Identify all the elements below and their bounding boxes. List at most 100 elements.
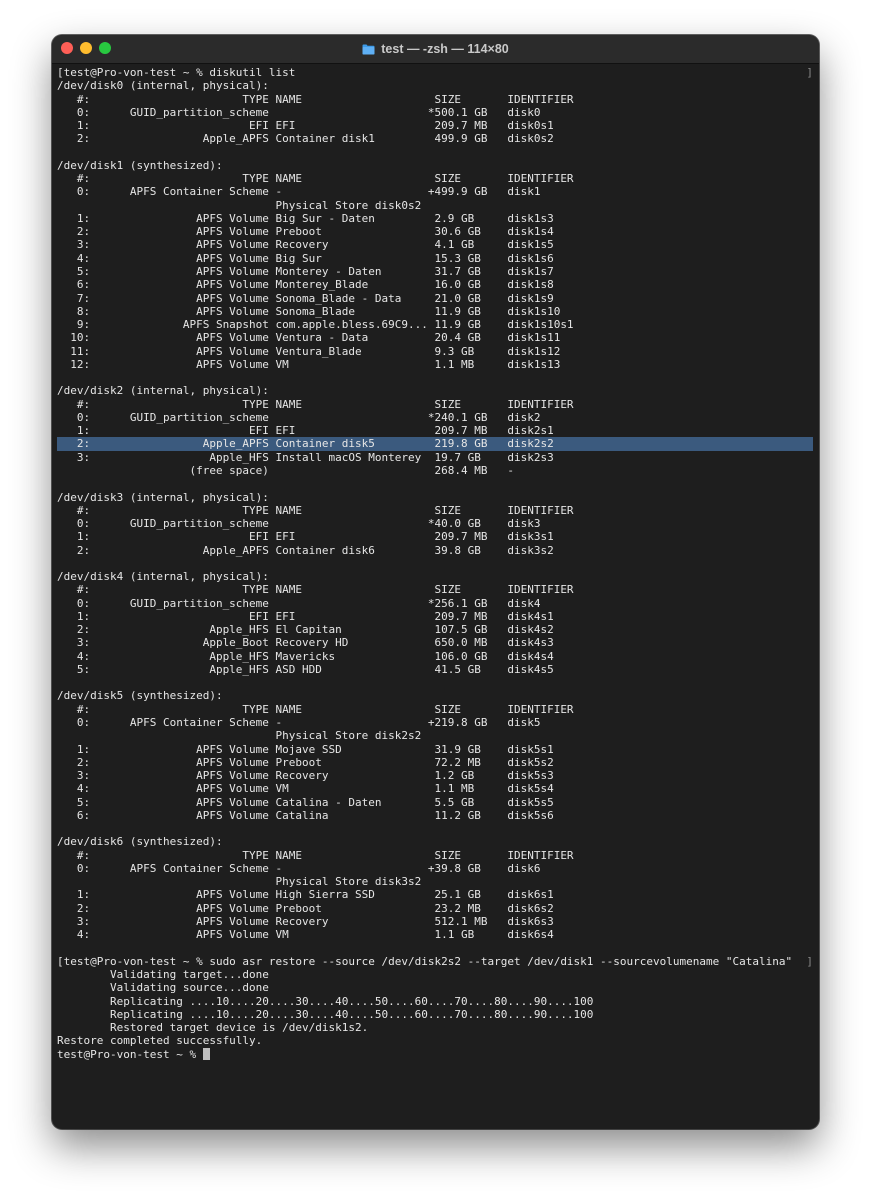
terminal-line: 5: APFS Volume Catalina - Daten 5.5 GB d… [57,796,813,809]
line-text: /dev/disk6 (synthesized): [57,835,223,849]
terminal-line: 3: APFS Volume Recovery 1.2 GB disk5s3 [57,769,813,782]
line-text: /dev/disk0 (internal, physical): [57,79,269,93]
line-text: 1: EFI EFI 209.7 MB disk3s1 [57,530,554,544]
line-text: Physical Store disk3s2 [57,875,422,889]
line-text: 5: Apple_HFS ASD HDD 41.5 GB disk4s5 [57,662,554,676]
line-text: 2: APFS Volume Preboot 30.6 GB disk1s4 [57,225,554,239]
line-text: Physical Store disk2s2 [57,729,422,743]
selected-line: 2: Apple_APFS Container disk5 219.8 GB d… [57,437,813,451]
terminal-line: Validating source...done [57,981,813,994]
terminal-line: 12: APFS Volume VM 1.1 MB disk1s13 [57,358,813,371]
terminal-output[interactable]: [test@Pro-von-test ~ % diskutil list]/de… [57,66,813,1129]
line-text: 0: APFS Container Scheme - +499.9 GB dis… [57,185,541,199]
terminal-line: /dev/disk6 (synthesized): [57,835,813,848]
terminal-line: 5: Apple_HFS ASD HDD 41.5 GB disk4s5 [57,663,813,676]
line-text: /dev/disk1 (synthesized): [57,158,223,172]
line-text: 0: APFS Container Scheme - +39.8 GB disk… [57,861,541,875]
terminal-line: 0: APFS Container Scheme - +39.8 GB disk… [57,862,813,875]
terminal-line: Physical Store disk2s2 [57,729,813,742]
terminal-line: 1: EFI EFI 209.7 MB disk4s1 [57,610,813,623]
line-text: #: TYPE NAME SIZE IDENTIFIER [57,92,574,106]
line-text: 3: Apple_HFS Install macOS Monterey 19.7… [57,450,554,464]
terminal-line: test@Pro-von-test ~ % [57,1047,813,1061]
line-text: 1: EFI EFI 209.7 MB disk0s1 [57,119,554,133]
terminal-line: 6: APFS Volume Catalina 11.2 GB disk5s6 [57,809,813,822]
line-text: 2: Apple_HFS El Capitan 107.5 GB disk4s2 [57,623,554,637]
terminal-line: 11: APFS Volume Ventura_Blade 9.3 GB dis… [57,345,813,358]
line-text: #: TYPE NAME SIZE IDENTIFIER [57,503,574,517]
terminal-line: Replicating ....10....20....30....40....… [57,995,813,1008]
line-text: 0: GUID_partition_scheme *256.1 GB disk4 [57,596,541,610]
terminal-line: #: TYPE NAME SIZE IDENTIFIER [57,703,813,716]
line-text: 0: GUID_partition_scheme *40.0 GB disk3 [57,517,541,531]
line-text: /dev/disk2 (internal, physical): [57,384,269,398]
line-text: #: TYPE NAME SIZE IDENTIFIER [57,172,574,186]
line-text: /dev/disk4 (internal, physical): [57,570,269,584]
line-text: 6: APFS Volume Monterey_Blade 16.0 GB di… [57,278,554,292]
line-text: 0: GUID_partition_scheme *500.1 GB disk0 [57,105,541,119]
line-text: 4: APFS Volume Big Sur 15.3 GB disk1s6 [57,251,554,265]
line-text: /dev/disk5 (synthesized): [57,689,223,703]
line-text: 2: Apple_APFS Container disk6 39.8 GB di… [57,543,554,557]
line-text: 7: APFS Volume Sonoma_Blade - Data 21.0 … [57,291,554,305]
line-text: 4: Apple_HFS Mavericks 106.0 GB disk4s4 [57,649,554,663]
line-text: 0: GUID_partition_scheme *240.1 GB disk2 [57,410,541,424]
line-text: 2: Apple_APFS Container disk5 219.8 GB d… [57,437,554,451]
block-cursor [202,1047,210,1060]
line-text: 2: APFS Volume Preboot 72.2 MB disk5s2 [57,755,554,769]
line-text: Replicating ....10....20....30....40....… [57,994,594,1008]
line-text: Restored target device is /dev/disk1s2. [57,1021,369,1035]
terminal-line: 1: EFI EFI 209.7 MB disk3s1 [57,530,813,543]
line-text: 10: APFS Volume Ventura - Data 20.4 GB d… [57,331,561,345]
terminal-line: Physical Store disk3s2 [57,875,813,888]
line-text: #: TYPE NAME SIZE IDENTIFIER [57,848,574,862]
terminal-line: 3: APFS Volume Recovery 4.1 GB disk1s5 [57,238,813,251]
terminal-line: 9: APFS Snapshot com.apple.bless.69C9...… [57,318,813,331]
terminal-line: Restored target device is /dev/disk1s2. [57,1021,813,1034]
terminal-line: 3: APFS Volume Recovery 512.1 MB disk6s3 [57,915,813,928]
terminal-line: 0: GUID_partition_scheme *256.1 GB disk4 [57,597,813,610]
terminal-line: Restore completed successfully. [57,1034,813,1047]
terminal-line: /dev/disk1 (synthesized): [57,159,813,172]
terminal-line: 4: APFS Volume VM 1.1 MB disk5s4 [57,782,813,795]
terminal-line: 2: APFS Volume Preboot 23.2 MB disk6s2 [57,902,813,915]
title-bar[interactable]: test — -zsh — 114×80 [52,35,819,64]
line-text: #: TYPE NAME SIZE IDENTIFIER [57,397,574,411]
terminal-line: 5: APFS Volume Monterey - Daten 31.7 GB … [57,265,813,278]
line-bracket: ] [806,954,813,968]
terminal-window: test — -zsh — 114×80 [test@Pro-von-test … [52,35,819,1129]
line-text: 3: APFS Volume Recovery 4.1 GB disk1s5 [57,238,554,252]
terminal-line: 1: EFI EFI 209.7 MB disk2s1 [57,424,813,437]
line-text: 11: APFS Volume Ventura_Blade 9.3 GB dis… [57,344,561,358]
terminal-line: (free space) 268.4 MB - [57,464,813,477]
line-text: Replicating ....10....20....30....40....… [57,1007,594,1021]
line-text: 2: Apple_APFS Container disk1 499.9 GB d… [57,132,554,146]
line-text: 4: APFS Volume VM 1.1 GB disk6s4 [57,928,554,942]
terminal-line: /dev/disk2 (internal, physical): [57,384,813,397]
terminal-line: 1: APFS Volume High Sierra SSD 25.1 GB d… [57,888,813,901]
line-text: 0: APFS Container Scheme - +219.8 GB dis… [57,716,541,730]
line-text: [test@Pro-von-test ~ % diskutil list [57,66,296,79]
terminal-line: /dev/disk5 (synthesized): [57,689,813,702]
terminal-line: #: TYPE NAME SIZE IDENTIFIER [57,583,813,596]
terminal-line: 1: EFI EFI 209.7 MB disk0s1 [57,119,813,132]
terminal-line: 4: APFS Volume Big Sur 15.3 GB disk1s6 [57,252,813,265]
terminal-line: /dev/disk0 (internal, physical): [57,79,813,92]
terminal-line: 3: Apple_HFS Install macOS Monterey 19.7… [57,451,813,464]
terminal-line: 0: GUID_partition_scheme *240.1 GB disk2 [57,411,813,424]
terminal-line: 4: Apple_HFS Mavericks 106.0 GB disk4s4 [57,650,813,663]
line-bracket: ] [806,66,813,79]
terminal-line: [test@Pro-von-test ~ % diskutil list] [57,66,813,79]
line-text: #: TYPE NAME SIZE IDENTIFIER [57,583,574,597]
terminal-line: 0: APFS Container Scheme - +499.9 GB dis… [57,185,813,198]
line-text: Validating source...done [57,981,269,995]
terminal-line: 2: APFS Volume Preboot 30.6 GB disk1s4 [57,225,813,238]
line-text: 12: APFS Volume VM 1.1 MB disk1s13 [57,357,561,371]
window-title-area: test — -zsh — 114×80 [52,35,819,63]
terminal-line: 6: APFS Volume Monterey_Blade 16.0 GB di… [57,278,813,291]
line-text: 9: APFS Snapshot com.apple.bless.69C9...… [57,318,574,332]
